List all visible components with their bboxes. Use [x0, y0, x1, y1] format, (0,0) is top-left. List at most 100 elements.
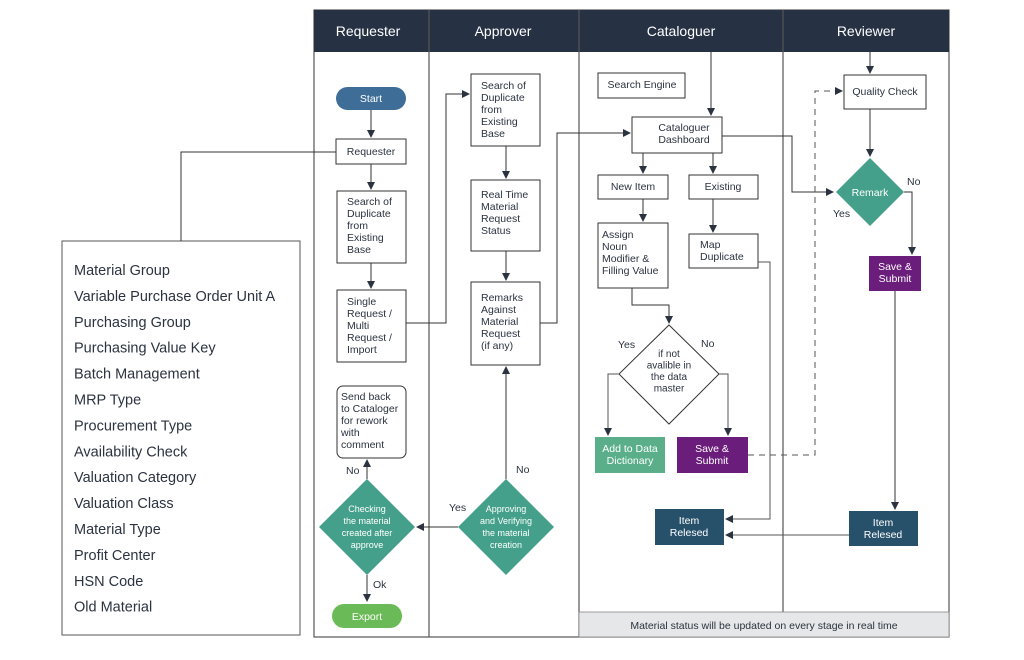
- text-line: Duplicate: [481, 92, 525, 104]
- text-line: Approving: [486, 504, 527, 514]
- lane-title-approver: Approver: [475, 23, 532, 39]
- text-line: created after: [342, 528, 393, 538]
- text-line: Existing: [347, 232, 384, 244]
- text-line: Submit: [696, 455, 729, 467]
- lane-title-reviewer: Reviewer: [837, 23, 896, 39]
- text-line: Map: [700, 239, 721, 251]
- text-line: Checking: [348, 504, 386, 514]
- text-line: Request: [481, 328, 520, 340]
- text-line: Search of: [481, 80, 526, 92]
- attribute-list-item: Purchasing Value Key: [74, 341, 216, 357]
- requester-box-label: Requester: [347, 146, 396, 158]
- attribute-list-item: Purchasing Group: [74, 315, 191, 331]
- text-line: Save &: [695, 443, 729, 455]
- text-line: Material: [481, 201, 518, 213]
- attribute-list-item: HSN Code: [74, 574, 143, 590]
- attribute-list-item: Material Type: [74, 522, 161, 538]
- text-line: Dictionary: [607, 455, 654, 467]
- start-label: Start: [360, 93, 382, 105]
- text-line: Assign: [602, 229, 634, 241]
- lane-title-cataloguer: Cataloguer: [647, 23, 716, 39]
- attribute-list-panel: Material Group Variable Purchase Order Un…: [61, 240, 301, 636]
- text-line: Import: [347, 344, 377, 356]
- text-line: Dashboard: [658, 134, 710, 146]
- footer-note: Material status will be updated on every…: [578, 611, 950, 638]
- text-line: with: [340, 427, 360, 439]
- text-line: to Cataloger: [341, 403, 399, 415]
- reviewer-save-submit-label: Save & Submit: [878, 261, 912, 285]
- text-line: avalible in: [647, 361, 691, 372]
- text-line: (if any): [481, 340, 513, 352]
- cataloguer-save-submit-label: Save & Submit: [695, 443, 729, 467]
- quality-check-label: Quality Check: [852, 86, 918, 98]
- text-line: the data: [651, 372, 688, 383]
- text-line: Request: [481, 213, 520, 225]
- attribute-list-item: Batch Management: [74, 367, 200, 383]
- text-line: Against: [481, 304, 516, 316]
- existing-label: Existing: [705, 181, 742, 193]
- checking-no-label: No: [346, 465, 360, 477]
- text-line: for rework: [341, 415, 388, 427]
- approving-yes-label: Yes: [449, 502, 466, 514]
- export-label: Export: [352, 611, 382, 623]
- text-line: Item: [679, 515, 700, 527]
- text-line: master: [654, 384, 685, 395]
- attribute-list-item: Variable Purchase Order Unit A: [74, 289, 276, 305]
- text-line: Modifier &: [602, 253, 649, 265]
- text-line: Base: [481, 128, 505, 140]
- text-line: Search of: [347, 196, 392, 208]
- remark-yes-label: Yes: [833, 208, 850, 220]
- text-line: Duplicate: [700, 251, 744, 263]
- attribute-list-item: Old Material: [74, 600, 152, 616]
- text-line: Noun: [602, 241, 627, 253]
- search-engine-label: Search Engine: [608, 79, 677, 91]
- text-line: Send back: [341, 391, 391, 403]
- flowchart: Requester Approver Cataloguer Reviewer M…: [61, 9, 950, 638]
- availability-no-label: No: [701, 338, 715, 350]
- text-line: Submit: [879, 273, 912, 285]
- attribute-list-item: Valuation Class: [74, 496, 174, 512]
- text-line: Existing: [481, 116, 518, 128]
- text-line: Item: [873, 517, 894, 529]
- text-line: Multi: [347, 320, 369, 332]
- text-line: if not: [658, 349, 680, 360]
- text-line: Base: [347, 244, 371, 256]
- remark-no-label: No: [907, 176, 921, 188]
- text-line: Single: [347, 296, 376, 308]
- text-line: approve: [351, 540, 384, 550]
- text-line: Remarks: [481, 292, 523, 304]
- attribute-list-item: Valuation Category: [74, 470, 197, 486]
- text-line: Duplicate: [347, 208, 391, 220]
- connector-requester-to-list: [180, 151, 336, 241]
- attribute-list-item: Availability Check: [74, 444, 188, 460]
- add-dictionary-label: Add to Data Dictionary: [602, 443, 658, 467]
- text-line: Request /: [347, 332, 392, 344]
- text-line: Request /: [347, 308, 392, 320]
- text-line: the material: [343, 516, 390, 526]
- text-line: Cataloguer: [658, 122, 710, 134]
- attribute-list-item: Material Group: [74, 263, 170, 279]
- text-line: Save &: [878, 261, 912, 273]
- approving-no-label: No: [516, 464, 530, 476]
- text-line: comment: [341, 439, 384, 451]
- text-line: Add to Data: [602, 443, 658, 455]
- new-item-label: New Item: [611, 181, 656, 193]
- attribute-list-item: MRP Type: [74, 393, 141, 409]
- attribute-list-item: Procurement Type: [74, 418, 192, 434]
- text-line: creation: [490, 540, 522, 550]
- checking-ok-label: Ok: [373, 579, 387, 591]
- availability-yes-label: Yes: [618, 339, 635, 351]
- text-line: Relesed: [864, 529, 903, 541]
- text-line: Filling Value: [602, 265, 659, 277]
- attribute-list-item: Profit Center: [74, 548, 156, 564]
- text-line: Status: [481, 225, 511, 237]
- lane-title-requester: Requester: [336, 23, 401, 39]
- text-line: Relesed: [670, 527, 709, 539]
- footer-text: Material status will be updated on every…: [630, 620, 897, 632]
- remark-decision-label: Remark: [852, 187, 890, 199]
- text-line: and Verifying: [480, 516, 532, 526]
- text-line: from: [347, 220, 368, 232]
- text-line: the material: [482, 528, 529, 538]
- text-line: Real Time: [481, 189, 528, 201]
- text-line: Material: [481, 316, 518, 328]
